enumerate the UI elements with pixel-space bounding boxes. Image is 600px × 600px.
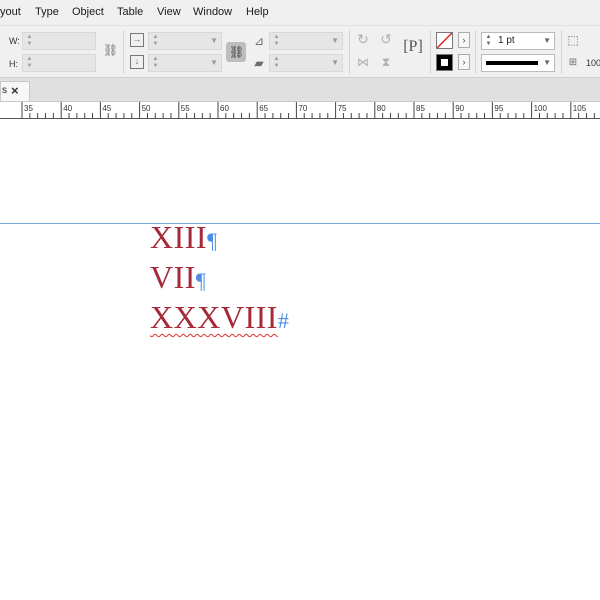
document-tab[interactable]: s × [0, 81, 30, 101]
constrain-link-icon[interactable]: ⛓ [103, 43, 118, 57]
close-icon[interactable]: × [11, 83, 19, 98]
zoom-percentage[interactable]: 100 [586, 58, 600, 68]
text-line-3-content: XXXVIII [150, 299, 278, 335]
ruler-label: 60 [220, 104, 229, 113]
document-tab-label: s [2, 85, 7, 96]
grid-icon[interactable]: ⊞ [566, 56, 580, 70]
pilcrow-mark: ¶ [195, 268, 207, 293]
scale-y-dropdown[interactable]: ▲ ▼ ▼ [148, 54, 222, 72]
constrain-proportions-button[interactable]: ⛓ [226, 42, 246, 62]
separator [349, 30, 350, 74]
scale-x-icon: → [130, 33, 144, 47]
menu-help[interactable]: Help [246, 6, 269, 18]
rotate-counterclockwise-icon[interactable]: ↺ [378, 32, 394, 48]
fill-none-swatch-icon[interactable] [436, 32, 453, 49]
stroke-black-swatch-icon[interactable] [436, 54, 453, 71]
stroke-weight-value: 1 pt [498, 35, 515, 46]
menu-window[interactable]: Window [193, 6, 232, 18]
ruler-label: 35 [24, 104, 33, 113]
rotate-angle-icon: ⊿ [253, 34, 265, 48]
chevron-down-icon: ▼ [331, 58, 339, 67]
separator [561, 30, 562, 74]
rotation-field[interactable]: ▲ ▼ ▼ [269, 32, 343, 50]
ruler-ticks: 35 40 45 50 55 60 65 70 75 80 85 90 95 100 105 [21, 102, 595, 118]
ruler-label: 55 [181, 104, 190, 113]
width-stepper-icon[interactable]: ▲ ▼ [25, 34, 34, 48]
stroke-chevron-button[interactable]: › [458, 54, 470, 70]
ruler-label: 70 [298, 104, 307, 113]
ruler-label: 90 [455, 104, 464, 113]
scale-x-stepper-icon[interactable]: ▲ ▼ [151, 34, 160, 48]
text-line-1-content: XIII [150, 219, 208, 255]
stroke-type-dropdown[interactable]: ▼ [481, 54, 555, 72]
scale-y-icon: ↓ [130, 55, 144, 69]
menu-table[interactable]: Table [117, 6, 143, 18]
ruler-label: 105 [573, 104, 587, 113]
horizontal-ruler[interactable]: 35 40 45 50 55 60 65 70 75 80 85 90 95 100 105 [0, 102, 600, 119]
scale-y-stepper-icon[interactable]: ▲ ▼ [151, 56, 160, 70]
ruler-label: 100 [534, 104, 548, 113]
chevron-down-icon: ▼ [543, 58, 551, 67]
stroke-inner-icon [441, 59, 448, 66]
chevron-down-icon: ▼ [210, 58, 218, 67]
separator [475, 30, 476, 74]
text-line-2-content: VII [150, 259, 196, 295]
ruler-label: 85 [416, 104, 425, 113]
text-line-1[interactable]: XIII¶ [150, 219, 218, 256]
ruler-label: 80 [377, 104, 386, 113]
separator [123, 30, 124, 74]
height-label: H: [9, 59, 18, 69]
text-line-3[interactable]: XXXVIII# [150, 299, 289, 336]
flip-horizontal-icon[interactable]: ⋈ [355, 55, 371, 71]
chevron-down-icon: ▼ [331, 36, 339, 45]
reference-point-icon[interactable]: [P] [402, 39, 424, 62]
height-field[interactable]: ▲ ▼ [22, 54, 96, 72]
rotation-stepper-icon[interactable]: ▲ ▼ [272, 34, 281, 48]
height-stepper-icon[interactable]: ▲ ▼ [25, 56, 34, 70]
shear-angle-icon: ▰ [254, 56, 264, 70]
stroke-weight-stepper-icon[interactable]: ▲ ▼ [484, 34, 493, 48]
solid-stroke-preview [486, 61, 538, 65]
text-line-2[interactable]: VII¶ [150, 259, 206, 296]
fill-chevron-button[interactable]: › [458, 32, 470, 48]
ruler-label: 95 [494, 104, 503, 113]
ruler-label: 40 [63, 104, 72, 113]
none-slash-icon [437, 33, 452, 48]
menu-type[interactable]: Type [35, 6, 59, 18]
width-label: W: [9, 36, 20, 46]
shear-stepper-icon[interactable]: ▲ ▼ [272, 56, 281, 70]
stroke-weight-field[interactable]: ▲ ▼ 1 pt ▼ [481, 32, 555, 50]
control-panel: W: ▲ ▼ H: ▲ ▼ ⛓ → ▲ ▼ ▼ ↓ ▲ ▼ ▼ ⛓ ⊿ ▲ ▼ ▼ ▰ ▲… [0, 26, 600, 78]
margin-guide-line [0, 223, 600, 224]
chain-link-icon: ⛓ [229, 45, 245, 59]
ruler-label: 45 [102, 104, 111, 113]
end-of-story-mark: # [277, 308, 290, 333]
pilcrow-mark: ¶ [207, 228, 218, 253]
document-canvas[interactable]: XIII¶ VII¶ XXXVIII# [0, 119, 600, 600]
scale-x-dropdown[interactable]: ▲ ▼ ▼ [148, 32, 222, 50]
chevron-down-icon: ▼ [210, 36, 218, 45]
rotate-clockwise-icon[interactable]: ↻ [355, 32, 371, 48]
frame-fitting-icon[interactable]: ⬚ [566, 33, 580, 47]
chevron-down-icon: ▼ [543, 36, 551, 45]
ruler-label: 50 [142, 104, 151, 113]
menu-object[interactable]: Object [72, 6, 104, 18]
width-field[interactable]: ▲ ▼ [22, 32, 96, 50]
menu-bar: yout Type Object Table View Window Help [0, 0, 600, 26]
menu-view[interactable]: View [157, 6, 181, 18]
ruler-label: 75 [338, 104, 347, 113]
shear-field[interactable]: ▲ ▼ ▼ [269, 54, 343, 72]
document-tab-strip: s × [0, 78, 600, 102]
menu-layout[interactable]: yout [0, 6, 21, 18]
flip-vertical-icon[interactable]: ⧗ [378, 55, 394, 71]
ruler-label: 65 [259, 104, 268, 113]
separator [430, 30, 431, 74]
